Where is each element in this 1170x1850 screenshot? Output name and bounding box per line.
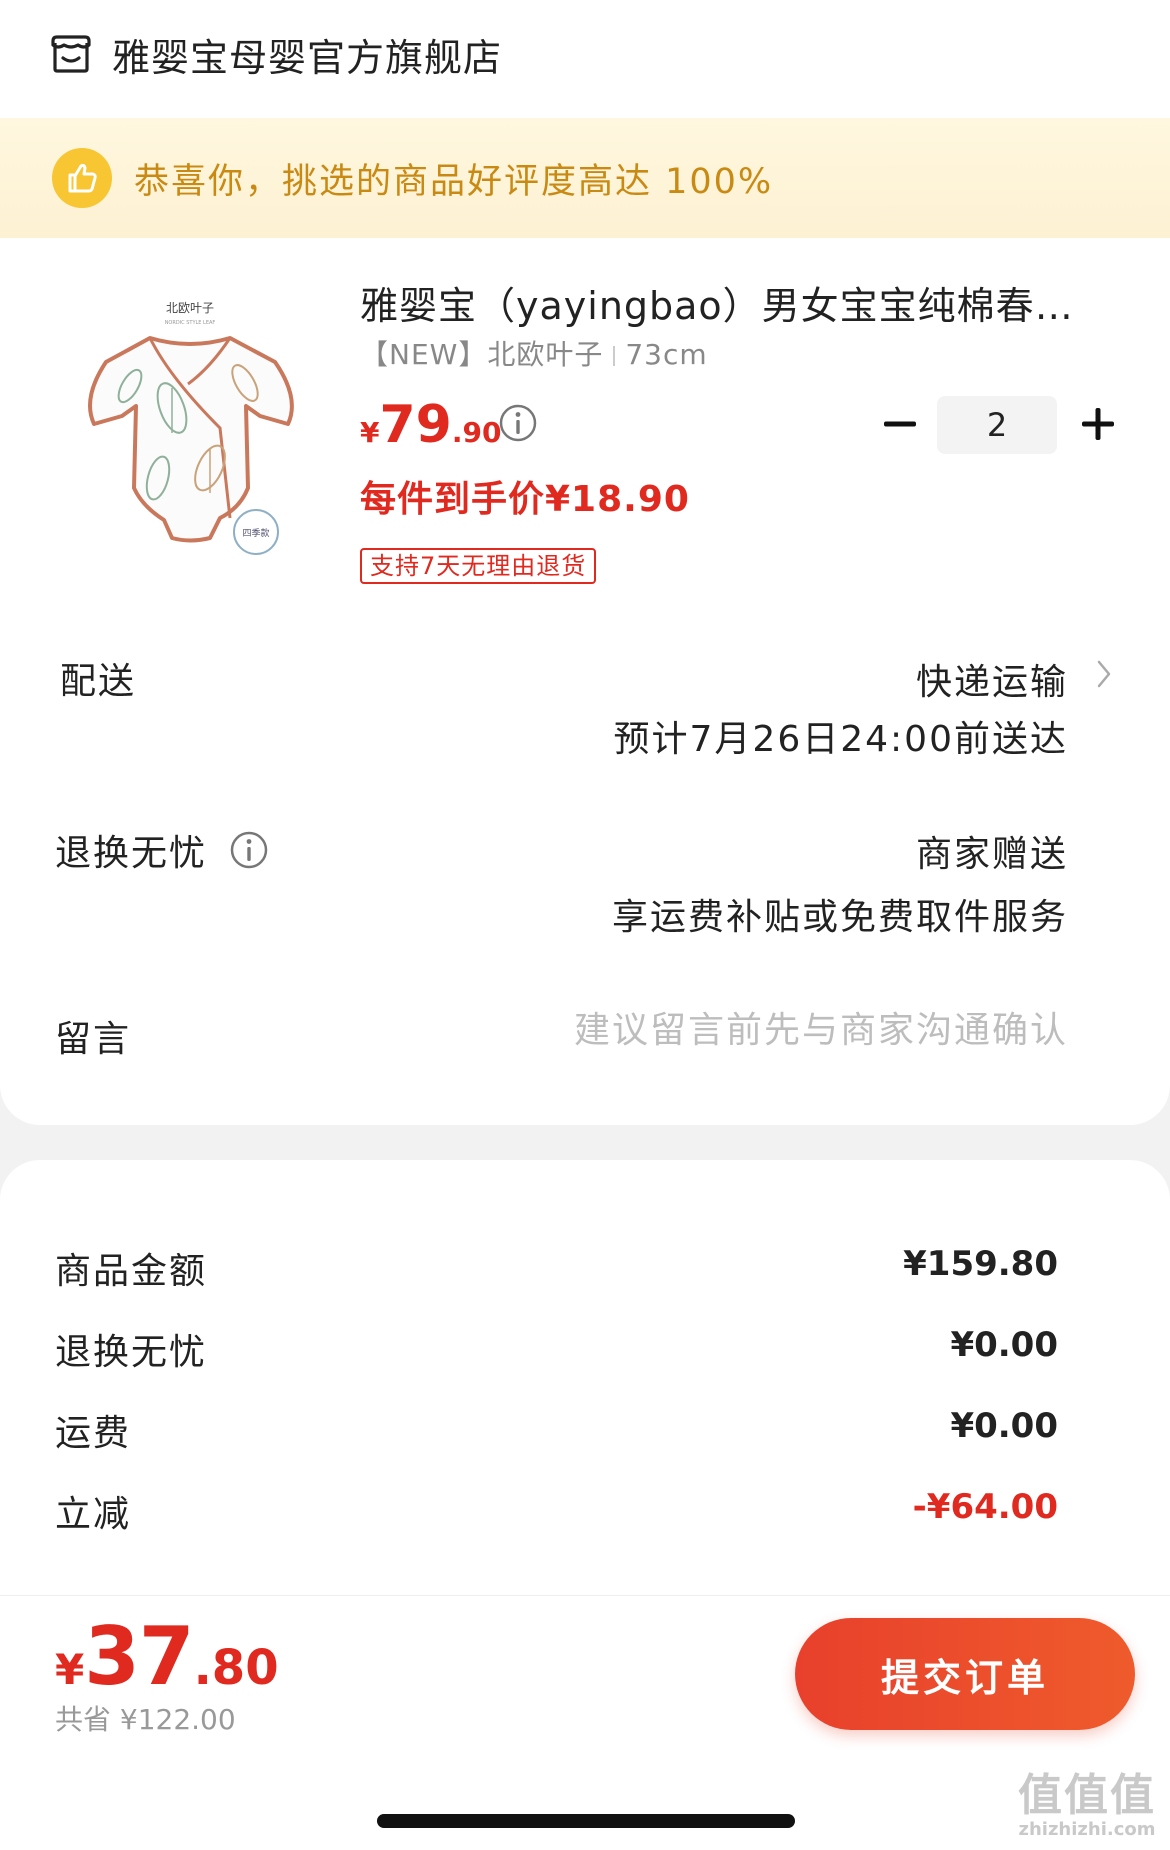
total-saved: 共省 ¥122.00 bbox=[55, 1703, 236, 1736]
rating-banner: 恭喜你，挑选的商品好评度高达 100% bbox=[0, 118, 1170, 238]
watermark: 值值值 zhizhizhi.com bbox=[1012, 1772, 1162, 1840]
delivery-label: 配送 bbox=[60, 661, 137, 702]
store-name: 雅婴宝母婴官方旗舰店 bbox=[112, 35, 503, 80]
message-label: 留言 bbox=[55, 1019, 132, 1060]
product-title[interactable]: 雅婴宝（yayingbao）男女宝宝纯棉春夏连体衣 bbox=[360, 275, 1110, 330]
summary-value-discount: -¥64.00 bbox=[912, 1487, 1058, 1527]
return-service-label: 退换无忧 bbox=[55, 833, 208, 874]
summary-label-goods: 商品金额 bbox=[55, 1251, 208, 1292]
quantity-value[interactable]: 2 bbox=[937, 396, 1057, 454]
return-service-value: 商家赠送 bbox=[915, 834, 1068, 875]
total-currency: ¥ bbox=[55, 1645, 85, 1694]
watermark-url: zhizhizhi.com bbox=[1018, 1819, 1156, 1840]
image-season-tag: 四季款 bbox=[242, 527, 269, 539]
product-price: ¥79.90 bbox=[360, 395, 501, 455]
return-service-detail: 享运费补贴或免费取件服务 bbox=[611, 897, 1068, 938]
message-input[interactable] bbox=[468, 1002, 1068, 1058]
spec-collection: 【NEW】北欧叶子 bbox=[360, 338, 604, 371]
info-icon[interactable] bbox=[498, 403, 538, 443]
summary-label-return: 退换无忧 bbox=[55, 1332, 208, 1373]
submit-order-button[interactable]: 提交订单 bbox=[795, 1618, 1135, 1730]
watermark-mark: 值值值 bbox=[1018, 1770, 1156, 1821]
delivery-eta: 预计7月26日24:00前送达 bbox=[613, 719, 1068, 760]
return-service-row: 退换无忧 bbox=[55, 824, 269, 876]
summary-value-return: ¥0.00 bbox=[950, 1325, 1058, 1365]
store-header[interactable]: 雅婴宝母婴官方旗舰店 bbox=[50, 26, 502, 82]
spec-size: 73cm bbox=[625, 338, 708, 371]
store-icon bbox=[51, 35, 91, 73]
product-image[interactable]: 北欧叶子 NORDIC STYLE LEAF 四季款 bbox=[70, 288, 320, 558]
order-card: 雅婴宝母婴官方旗舰店 恭喜你，挑选的商品好评度高达 100% 北欧叶子 NORD… bbox=[0, 0, 1170, 1125]
summary-value-shipping: ¥0.00 bbox=[950, 1406, 1058, 1446]
rating-text: 恭喜你，挑选的商品好评度高达 100% bbox=[134, 161, 774, 202]
increase-quantity-button[interactable] bbox=[1078, 404, 1118, 444]
image-sub-line: NORDIC STYLE LEAF bbox=[165, 320, 216, 326]
summary-value-goods: ¥159.80 bbox=[903, 1244, 1058, 1284]
price-decimal: .90 bbox=[451, 416, 502, 449]
summary-label-discount: 立减 bbox=[55, 1494, 132, 1535]
unit-price: 每件到手价¥18.90 bbox=[360, 479, 690, 520]
chevron-right-icon[interactable] bbox=[1093, 657, 1115, 691]
home-area: 值值值 zhizhizhi.com bbox=[0, 1750, 1170, 1850]
decrease-quantity-button[interactable] bbox=[880, 404, 920, 444]
price-currency: ¥ bbox=[360, 416, 380, 449]
home-indicator[interactable] bbox=[377, 1814, 795, 1828]
spec-separator bbox=[613, 346, 616, 366]
total-price: ¥37.80 bbox=[55, 1610, 279, 1703]
total-decimal: .80 bbox=[193, 1640, 279, 1696]
price-summary-card: 商品金额 ¥159.80 退换无忧 ¥0.00 运费 ¥0.00 立减 -¥64… bbox=[0, 1160, 1170, 1660]
delivery-method[interactable]: 快递运输 bbox=[916, 653, 1068, 705]
total-integer: 37 bbox=[84, 1610, 194, 1703]
price-integer: 79 bbox=[379, 395, 452, 455]
thumbs-up-icon bbox=[52, 148, 112, 208]
summary-label-shipping: 运费 bbox=[55, 1413, 132, 1454]
checkout-bar: ¥37.80 共省 ¥122.00 提交订单 bbox=[0, 1595, 1170, 1750]
image-brand-line: 北欧叶子 bbox=[166, 301, 214, 315]
product-spec[interactable]: 【NEW】北欧叶子 73cm bbox=[360, 333, 708, 373]
return-policy-badge: 支持7天无理由退货 bbox=[360, 548, 597, 584]
info-icon[interactable] bbox=[229, 830, 269, 870]
